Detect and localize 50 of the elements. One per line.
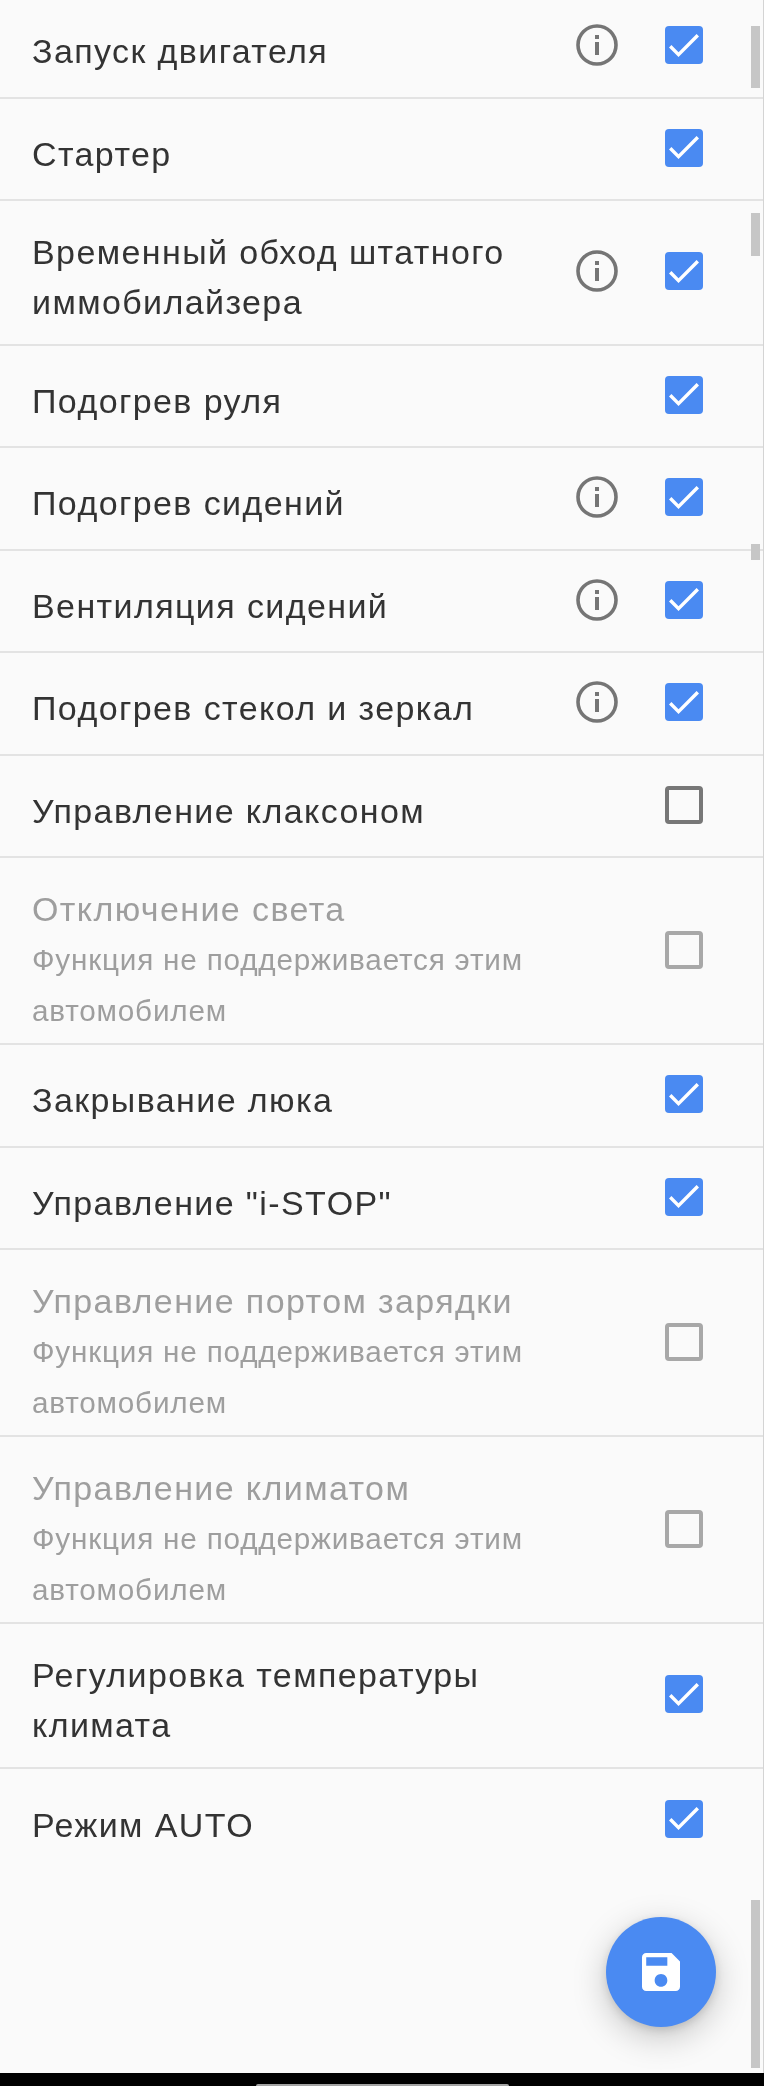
- checkmark-icon: [669, 1807, 699, 1831]
- checkbox[interactable]: [665, 1799, 703, 1838]
- checkmark-icon: [669, 1082, 699, 1106]
- setting-label: Вентиляция сидений: [32, 585, 390, 627]
- setting-label: Режим AUTO: [32, 1804, 256, 1846]
- setting-label: Временный обход штатного иммобилайзера: [32, 232, 506, 323]
- checkbox[interactable]: [665, 785, 703, 824]
- checkbox[interactable]: [665, 128, 703, 167]
- setting-label: Подогрев сидений: [32, 483, 346, 524]
- info-icon[interactable]: [576, 476, 618, 519]
- checkmark-icon: [669, 690, 699, 714]
- checkbox[interactable]: [665, 1675, 703, 1714]
- scrollbar-thumb: [751, 213, 760, 256]
- checkmark-icon: [669, 383, 699, 407]
- scrollbar-thumb: [751, 26, 760, 88]
- checkmark-icon: [669, 1682, 699, 1706]
- checkbox[interactable]: [665, 375, 703, 414]
- checkmark-icon: [669, 588, 699, 612]
- setting-label: Подогрев руля: [32, 380, 284, 422]
- setting-hint: Функция не поддерживается этим автомобилем: [32, 1334, 524, 1421]
- checkmark-icon: [669, 1185, 699, 1209]
- checkbox[interactable]: [665, 252, 703, 291]
- setting-label: Управление климатом: [32, 1468, 412, 1509]
- setting-label: Запуск двигателя: [32, 31, 330, 72]
- setting-label: Подогрев стекол и зеркал: [32, 688, 476, 729]
- checkbox[interactable]: [665, 1075, 703, 1114]
- setting-label: Управление клаксоном: [32, 790, 427, 832]
- setting-label: Стартер: [32, 133, 173, 175]
- setting-label: Регулировка температуры климата: [32, 1655, 481, 1746]
- save-button[interactable]: [606, 1917, 716, 2027]
- checkbox[interactable]: [665, 26, 703, 65]
- checkmark-icon: [669, 136, 699, 160]
- setting-label: Отключение света: [32, 889, 347, 930]
- info-icon[interactable]: [576, 24, 618, 67]
- setting-label: Управление "i-STOP": [32, 1182, 394, 1224]
- checkbox[interactable]: [665, 1177, 703, 1216]
- setting-label: Закрывание люка: [32, 1080, 335, 1121]
- setting-label: Управление портом зарядки: [32, 1281, 514, 1322]
- checkbox[interactable]: [665, 683, 703, 722]
- checkbox[interactable]: [665, 478, 703, 517]
- setting-hint: Функция не поддерживается этим автомобилем: [32, 942, 524, 1029]
- scrollbar-thumb: [751, 544, 760, 560]
- info-icon[interactable]: [576, 578, 618, 621]
- checkmark-icon: [669, 259, 699, 283]
- checkbox[interactable]: [665, 580, 703, 619]
- info-icon[interactable]: [576, 681, 618, 724]
- checkmark-icon: [669, 485, 699, 509]
- setting-hint: Функция не поддерживается этим автомобилем: [32, 1521, 524, 1608]
- info-icon[interactable]: [576, 250, 618, 293]
- checkmark-icon: [669, 33, 699, 57]
